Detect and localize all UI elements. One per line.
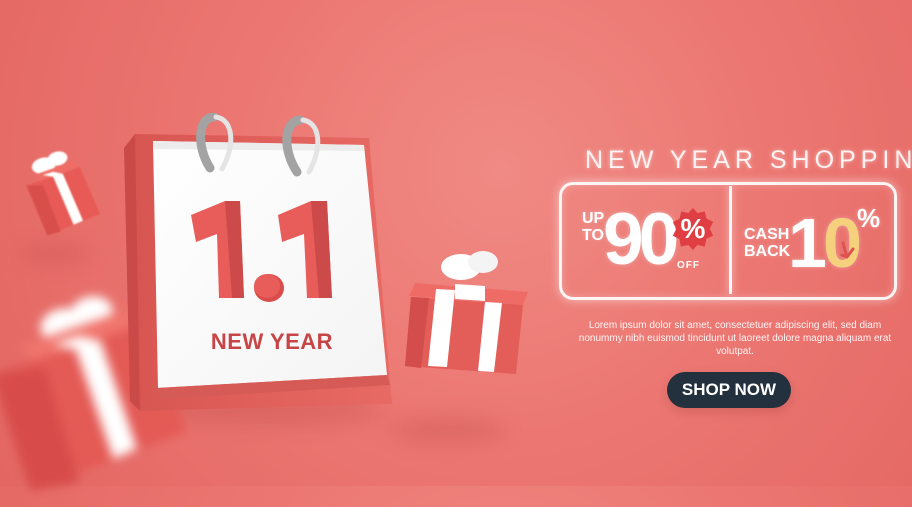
calendar-icon: NEW YEAR — [122, 113, 422, 423]
right-offer-value-prefix: 1 — [788, 204, 827, 282]
right-offer-percent: % — [857, 203, 881, 233]
new-year-banner: NEW YEAR NEW YEAR SHOPPING UP TO 90 % OF… — [0, 0, 912, 491]
promo-description: Lorem ipsum dolor sit amet, consectetuer… — [578, 320, 892, 358]
shop-now-button[interactable]: SHOP NOW — [667, 372, 791, 408]
gift-icon-top-left — [0, 133, 109, 246]
down-arrow-icon — [838, 241, 858, 265]
gift-icon-right — [399, 241, 544, 389]
left-offer-value: 90 — [603, 199, 679, 280]
offer-divider — [729, 186, 732, 294]
right-offer-label: CASH BACK — [744, 226, 791, 260]
promo-title: NEW YEAR SHOPPING — [585, 146, 912, 174]
left-offer-suffix: OFF — [677, 260, 700, 271]
calendar-caption: NEW YEAR — [210, 329, 334, 354]
calendar-big-number — [171, 192, 356, 312]
small-gift-shadow — [20, 246, 92, 262]
